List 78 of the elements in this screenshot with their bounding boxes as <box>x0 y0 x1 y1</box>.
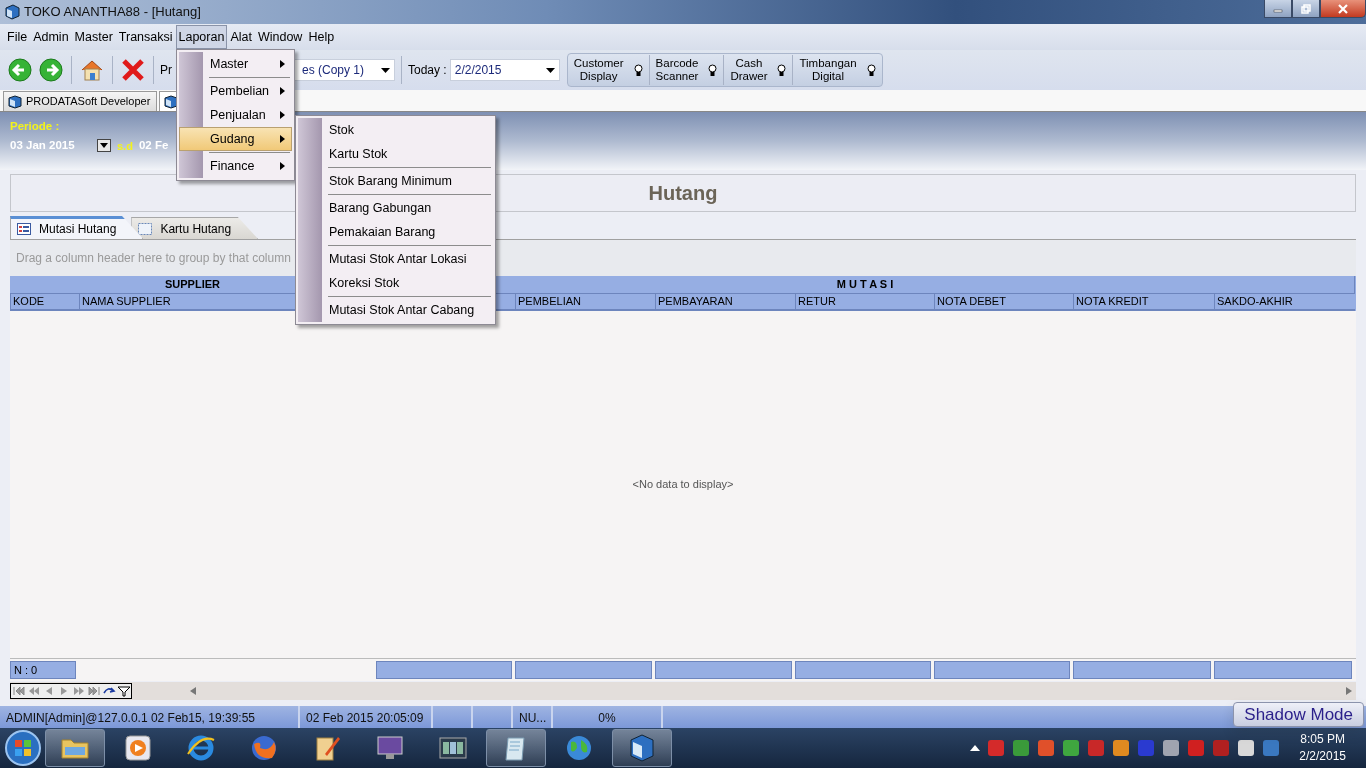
device-button[interactable]: Timbangan Digital <box>793 55 882 85</box>
caret-icon <box>545 67 555 73</box>
menu-item[interactable]: Finance <box>179 154 292 178</box>
tray-icon[interactable] <box>1062 739 1081 757</box>
menu-item[interactable]: Barang Gabungan <box>298 196 493 220</box>
taskbar-button[interactable] <box>45 729 105 767</box>
date-from: 03 Jan 2015 <box>10 138 76 154</box>
menu-item[interactable]: Mutasi Stok Antar Lokasi <box>298 247 493 271</box>
menu-item[interactable]: Pembelian <box>179 79 292 103</box>
range-separator: s.d <box>117 138 133 154</box>
cube-icon <box>8 94 22 109</box>
menu-item[interactable]: File <box>4 24 31 50</box>
back-icon <box>7 57 33 83</box>
dropdown-value: 2/2/2015 <box>454 62 503 79</box>
tab[interactable]: Kartu Hutang <box>131 217 259 239</box>
document-tab[interactable]: PRODATASoft Developer <box>3 91 158 111</box>
bulb-icon <box>866 63 876 77</box>
caret-icon <box>100 143 108 149</box>
summary-count: N : 0 <box>10 661 76 679</box>
shadow-mode-button[interactable]: Shadow Mode <box>1233 702 1364 727</box>
period-label: Periode : <box>10 119 60 134</box>
tray-icon[interactable] <box>1237 739 1256 757</box>
tray-icon[interactable] <box>1162 739 1181 757</box>
table-icon <box>17 223 31 235</box>
tray-icon[interactable] <box>1112 739 1131 757</box>
delete-icon <box>120 57 146 83</box>
taskbar-button[interactable] <box>612 729 672 767</box>
tab[interactable]: Mutasi Hutang <box>10 216 144 239</box>
caret-icon <box>381 67 390 73</box>
restore-button[interactable] <box>1292 0 1320 18</box>
bulb-icon <box>777 63 787 77</box>
date-to: 02 Fe <box>138 138 169 154</box>
device-button[interactable]: Customer Display <box>567 55 650 85</box>
filter-button[interactable] <box>116 684 131 698</box>
first-icon <box>11 685 26 697</box>
scroll-right-icon <box>1346 687 1352 695</box>
clock-date[interactable]: 2/2/2015 <box>1299 748 1346 765</box>
menu-item[interactable]: Alat <box>227 24 255 50</box>
date-dropdown-button[interactable] <box>97 139 111 153</box>
close-button[interactable] <box>1320 0 1366 18</box>
menu-item[interactable]: Master <box>71 24 116 50</box>
menu-item[interactable]: Window <box>254 24 306 50</box>
device-button[interactable]: Barcode Scanner <box>649 55 725 85</box>
menu-item[interactable]: Help <box>305 24 338 50</box>
back-button[interactable] <box>6 56 34 84</box>
first-button[interactable] <box>11 684 26 698</box>
window-title: TOKO ANANTHA88 - [Hutang] <box>24 3 201 22</box>
device-button[interactable]: Cash Drawer <box>724 55 794 85</box>
toolbar-label: Pr <box>160 62 172 79</box>
dropdown-value: es (Copy 1) <box>302 62 366 79</box>
restore-icon <box>1301 3 1311 14</box>
menu-item[interactable]: Kartu Stok <box>298 142 493 166</box>
next-page-icon <box>71 685 86 697</box>
frame-icon <box>138 222 153 235</box>
bulb-icon <box>633 63 643 77</box>
taskbar-button[interactable] <box>486 729 546 767</box>
forward-icon <box>38 57 64 83</box>
start-button[interactable] <box>4 729 42 767</box>
app-icon <box>4 4 20 20</box>
menu-item[interactable]: Stok <box>298 118 493 142</box>
today-label: Today : <box>408 62 447 79</box>
play-icon <box>122 732 154 764</box>
forward-button[interactable] <box>37 56 65 84</box>
clock-time[interactable]: 8:05 PM <box>1299 731 1346 748</box>
scroll-left-icon <box>190 687 196 695</box>
menu-item[interactable]: Admin <box>30 24 72 50</box>
menu-item[interactable]: Penjualan <box>179 103 292 127</box>
menu-item[interactable]: Gudang <box>179 127 292 151</box>
bulb-icon <box>708 63 718 77</box>
close-icon <box>1337 3 1349 14</box>
menu-item[interactable]: Transaksi <box>115 24 176 50</box>
menu-item[interactable]: Laporan <box>175 24 228 50</box>
cube-icon <box>164 94 179 109</box>
show-hidden-icons-icon[interactable] <box>970 745 981 751</box>
menu-item[interactable]: Stok Barang Minimum <box>298 169 493 193</box>
last-icon <box>86 685 101 697</box>
minimize-button[interactable] <box>1264 0 1292 18</box>
date-dropdown[interactable]: 2/2/2015 <box>449 59 560 81</box>
